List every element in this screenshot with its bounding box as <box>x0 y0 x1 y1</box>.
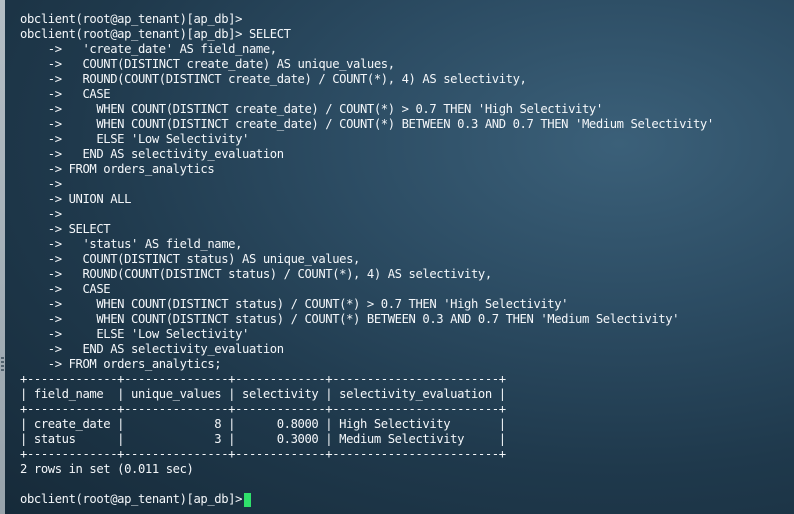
terminal-line: -> WHEN COUNT(DISTINCT create_date) / CO… <box>20 117 714 131</box>
terminal-line: -> ELSE 'Low Selectivity' <box>20 327 250 341</box>
result-table-row: | create_date | 8 | 0.8000 | High Select… <box>20 417 506 431</box>
result-table-border: +-------------+---------------+---------… <box>20 402 506 416</box>
result-table-border: +-------------+---------------+---------… <box>20 372 506 386</box>
window-resize-edge[interactable] <box>0 0 5 514</box>
terminal-output: obclient(root@ap_tenant)[ap_db]> obclien… <box>20 12 714 507</box>
terminal-line: -> <box>20 177 62 191</box>
terminal-line: -> COUNT(DISTINCT status) AS unique_valu… <box>20 252 361 266</box>
result-table-border: +-------------+---------------+---------… <box>20 447 506 461</box>
terminal-line: -> ROUND(COUNT(DISTINCT status) / COUNT(… <box>20 267 492 281</box>
rows-summary: 2 rows in set (0.011 sec) <box>20 462 194 476</box>
terminal-line: -> FROM orders_analytics; <box>20 357 222 371</box>
terminal-line: obclient(root@ap_tenant)[ap_db]> SELECT <box>20 27 291 41</box>
terminal-line: -> END AS selectivity_evaluation <box>20 147 284 161</box>
terminal-line: -> CASE <box>20 87 111 101</box>
result-table-header: | field_name | unique_values | selectivi… <box>20 387 506 401</box>
blank-line <box>20 477 714 492</box>
terminal-line: -> <box>20 207 62 221</box>
terminal-line: -> END AS selectivity_evaluation <box>20 342 284 356</box>
terminal-line: -> WHEN COUNT(DISTINCT create_date) / CO… <box>20 102 603 116</box>
terminal-line: -> COUNT(DISTINCT create_date) AS unique… <box>20 57 395 71</box>
terminal-line: -> 'create_date' AS field_name, <box>20 42 277 56</box>
terminal-line: -> ELSE 'Low Selectivity' <box>20 132 250 146</box>
text-cursor[interactable] <box>244 492 251 507</box>
terminal-line: -> SELECT <box>20 222 111 236</box>
terminal-line: -> WHEN COUNT(DISTINCT status) / COUNT(*… <box>20 297 569 311</box>
terminal-window[interactable]: obclient(root@ap_tenant)[ap_db]> obclien… <box>0 0 794 514</box>
prompt-text: obclient(root@ap_tenant)[ap_db]> <box>20 492 242 506</box>
terminal-line: -> WHEN COUNT(DISTINCT status) / COUNT(*… <box>20 312 680 326</box>
terminal-line: -> FROM orders_analytics <box>20 162 215 176</box>
resize-grip-icon[interactable] <box>1 357 4 373</box>
terminal-line: -> ROUND(COUNT(DISTINCT create_date) / C… <box>20 72 527 86</box>
terminal-line: -> 'status' AS field_name, <box>20 237 243 251</box>
terminal-line: obclient(root@ap_tenant)[ap_db]> <box>20 12 242 26</box>
terminal-line: -> UNION ALL <box>20 192 132 206</box>
terminal-line: -> CASE <box>20 282 111 296</box>
active-prompt-line[interactable]: obclient(root@ap_tenant)[ap_db]> <box>20 492 714 507</box>
result-table-row: | status | 3 | 0.3000 | Medium Selectivi… <box>20 432 506 446</box>
